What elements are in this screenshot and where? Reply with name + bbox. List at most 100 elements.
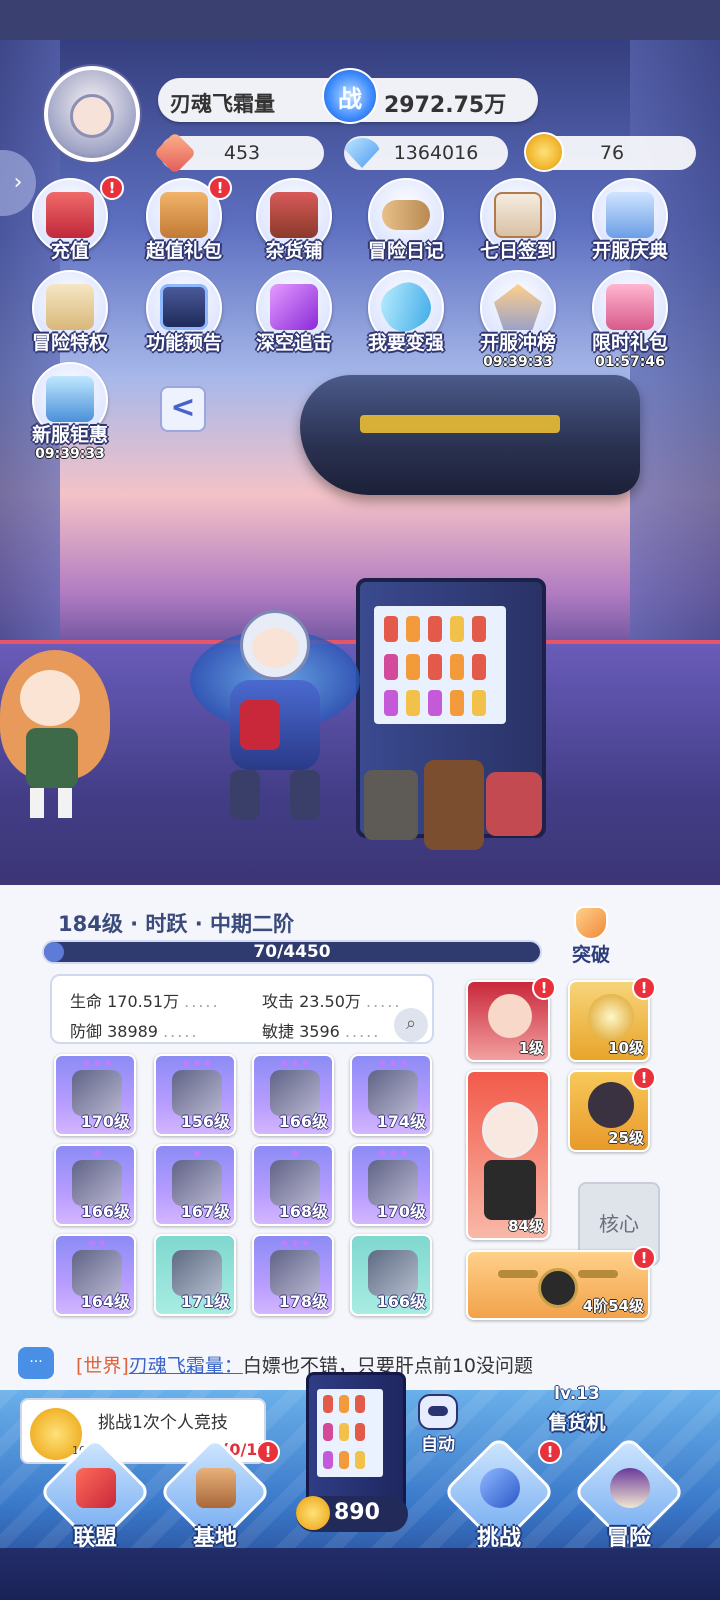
- boxing-glove-icon: [480, 1468, 520, 1508]
- clothing-drop-items[interactable]: [356, 760, 546, 860]
- nav-alliance[interactable]: 联盟: [38, 1435, 152, 1551]
- nav-challenge[interactable]: 挑战 !: [442, 1435, 562, 1551]
- treasure-chest-icon: [46, 192, 94, 238]
- rarity-stars: ★★: [86, 1236, 108, 1250]
- house-icon: [196, 1468, 236, 1508]
- pet-card[interactable]: 25级 !: [568, 1066, 656, 1152]
- menu-server-celebration[interactable]: 开服庆典: [578, 178, 682, 270]
- menu-feature-preview[interactable]: 功能预告: [132, 270, 236, 362]
- stat-agility: 敏捷 3596 .....: [262, 1022, 381, 1041]
- nav-label: 联盟: [72, 1526, 117, 1551]
- combat-power-icon: 战: [322, 68, 378, 124]
- equipment-slot[interactable]: ★ 167级: [154, 1144, 236, 1226]
- card-level: 84级: [508, 1217, 544, 1235]
- vending-coin-counter: 890: [296, 1496, 408, 1532]
- menu-label: 七日签到: [479, 240, 556, 262]
- equipment-slot[interactable]: ★★★ 178级: [252, 1234, 334, 1316]
- menu-label: 杂货铺: [265, 240, 323, 262]
- player-info-bar: 刃魂飞霜量 战 2972.75万: [158, 68, 538, 124]
- menu-recharge[interactable]: 充值 !: [18, 176, 124, 270]
- menu-get-stronger[interactable]: 我要变强: [354, 270, 458, 362]
- alert-badge: !: [538, 1440, 562, 1464]
- player-avatar[interactable]: [44, 66, 140, 162]
- alert-badge: !: [256, 1440, 280, 1464]
- rarity-stars: ★★★: [376, 1056, 410, 1070]
- vending-coin-value: 890: [334, 1500, 380, 1525]
- menu-seven-day-signin[interactable]: 七日签到: [466, 178, 570, 270]
- magnifier-icon[interactable]: ⌕: [394, 1008, 428, 1042]
- gold-relic-card[interactable]: 10级 !: [568, 976, 656, 1062]
- equipment-slot[interactable]: ★★★ 156级: [154, 1054, 236, 1136]
- task-title: 挑战1次个人竞技: [98, 1413, 228, 1433]
- equipment-slot[interactable]: ★ 168级: [252, 1144, 334, 1226]
- equipment-level: 167级: [180, 1202, 230, 1221]
- equipment-slot[interactable]: 171级: [154, 1234, 236, 1316]
- rarity-stars: ★★★: [80, 1056, 114, 1070]
- combat-power-value: 2972.75万: [384, 93, 507, 118]
- equipment-slot[interactable]: ★★★ 166级: [252, 1054, 334, 1136]
- gift-box-icon: [160, 192, 208, 238]
- chat-channel: [世界]: [76, 1355, 129, 1377]
- flame-icon: [574, 906, 608, 940]
- companion-girl-character: [0, 640, 120, 820]
- equipment-level: 166级: [80, 1202, 130, 1221]
- menu-adventure-privilege[interactable]: 冒险特权: [18, 270, 122, 362]
- nav-label: 冒险: [606, 1526, 651, 1551]
- menu-limited-pack[interactable]: 限时礼包 01:57:46: [578, 270, 682, 370]
- menu-new-server-deal[interactable]: 新服钜惠 09:39:33: [18, 362, 122, 462]
- coin-icon: [296, 1496, 330, 1530]
- player-name: 刃魂飞霜量: [170, 92, 275, 116]
- equipment-slot[interactable]: 166级: [350, 1234, 432, 1316]
- equipment-level: 156级: [180, 1112, 230, 1131]
- vending-shop-button[interactable]: lv.13 售货机: [532, 1384, 622, 1440]
- bottom-nav-strip: [0, 1548, 720, 1600]
- resource-coin-value: 76: [599, 142, 625, 164]
- rarity-stars: ★★★: [278, 1236, 312, 1250]
- menu-deep-space-chase[interactable]: 深空追击: [242, 270, 346, 362]
- menu-label: 功能预告: [145, 332, 222, 354]
- rarity-stars: ★★★: [180, 1056, 214, 1070]
- clipboard-icon: [494, 192, 542, 238]
- companion-card-maid[interactable]: 84级: [466, 1070, 550, 1240]
- menu-adventure-diary[interactable]: 冒险日记: [354, 178, 458, 270]
- menu-grocery[interactable]: 杂货铺: [242, 178, 346, 270]
- drone-card[interactable]: 4阶54级 !: [466, 1246, 656, 1320]
- card-level: 10级: [608, 1039, 644, 1057]
- resource-crystal-value: 453: [223, 142, 261, 164]
- resource-diamond-value: 1364016: [393, 142, 479, 164]
- menu-label: 深空追击: [255, 332, 332, 354]
- alert-badge: !: [532, 976, 556, 1000]
- rarity-stars: ★★★: [278, 1056, 312, 1070]
- equipment-level: 168级: [278, 1202, 328, 1221]
- ice-crate-icon: [46, 376, 94, 422]
- equipment-slot[interactable]: ★★★ 170级: [54, 1054, 136, 1136]
- alert-badge: !: [632, 976, 656, 1000]
- menu-server-ranking[interactable]: 开服冲榜 09:39:33: [466, 270, 570, 370]
- stat-hp: 生命 170.51万 .....: [70, 992, 220, 1011]
- breakthrough-button[interactable]: 突破: [566, 900, 616, 970]
- scroll-icon: [382, 200, 430, 230]
- alert-badge: !: [100, 176, 124, 200]
- card-level: 4阶54级: [582, 1297, 644, 1315]
- menu-value-pack[interactable]: 超值礼包 !: [132, 176, 236, 270]
- equipment-slot[interactable]: ★★★ 170级: [350, 1144, 432, 1226]
- equipment-level: 178级: [278, 1292, 328, 1311]
- rarity-stars: ★★★: [376, 1146, 410, 1160]
- menu-label: 开服冲榜: [479, 332, 556, 354]
- chat-sender: 刃魂飞霜量：: [128, 1355, 243, 1377]
- equipment-slot[interactable]: ★★ 164级: [54, 1234, 136, 1316]
- equipment-slot[interactable]: ★ 166级: [54, 1144, 136, 1226]
- purple-cube-icon: [270, 284, 318, 330]
- nav-adventure[interactable]: 冒险: [572, 1435, 686, 1551]
- chat-message: [世界]刃魂飞霜量：白嫖也不错，只要肝点前10没问题: [76, 1351, 533, 1378]
- countdown-timer: 01:57:46: [595, 354, 665, 370]
- equipment-level: 171级: [180, 1292, 230, 1311]
- equipment-slot[interactable]: ★★★ 174级: [350, 1054, 432, 1136]
- countdown-timer: 09:39:33: [35, 446, 105, 462]
- collapse-menu-button[interactable]: <: [160, 386, 206, 432]
- menu-label: 充值: [50, 240, 89, 262]
- chat-bubble-icon[interactable]: ···: [18, 1347, 54, 1379]
- companion-card-red[interactable]: 1级 !: [466, 976, 556, 1062]
- alert-badge: !: [632, 1066, 656, 1090]
- nav-base[interactable]: 基地 !: [158, 1435, 280, 1551]
